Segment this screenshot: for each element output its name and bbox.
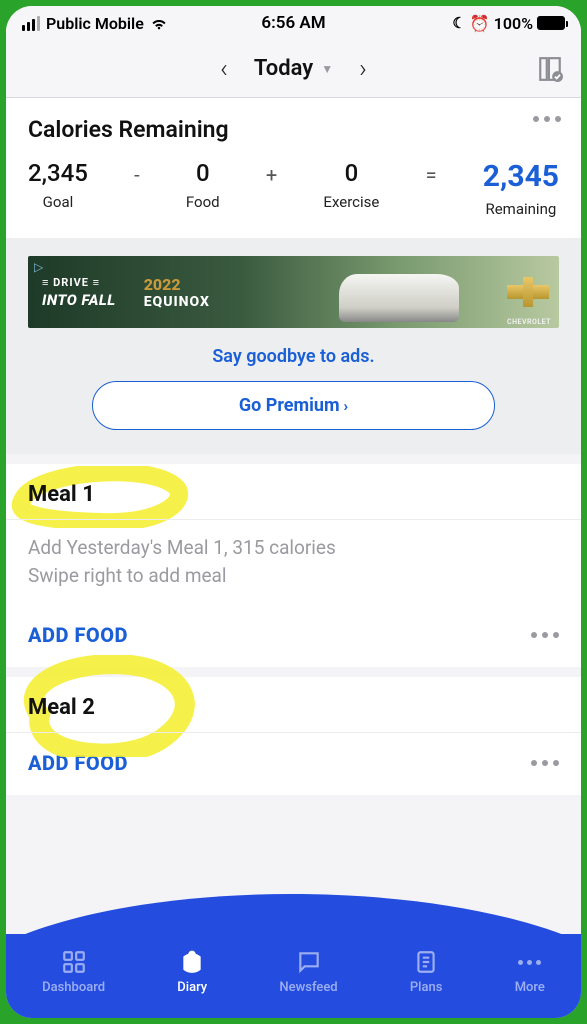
tab-newsfeed-label: Newsfeed <box>279 980 337 995</box>
tab-dashboard-label: Dashboard <box>42 980 105 995</box>
ad-headline-2: INTO FALL <box>42 291 116 309</box>
meal-1-header[interactable]: Meal 1 <box>6 464 581 520</box>
equals-op: = <box>426 159 437 187</box>
meal-1-section: Meal 1 Add Yesterday's Meal 1, 315 calor… <box>6 464 581 667</box>
meal-1-swipe-hint[interactable]: Add Yesterday's Meal 1, 315 calories Swi… <box>6 520 581 605</box>
app-screen: Public Mobile 6:56 AM ☾ ⏰ 100% ‹ Today ▼… <box>6 6 581 1018</box>
tab-plans[interactable]: Plans <box>410 949 443 995</box>
meal-2-add-food-button[interactable]: ADD FOOD <box>28 751 128 775</box>
remaining-value: 2,345 <box>483 159 559 194</box>
food-col: 0 Food <box>186 159 220 211</box>
alarm-icon: ⏰ <box>470 14 490 33</box>
wifi-icon <box>150 16 168 30</box>
chevron-right-icon: › <box>344 397 349 415</box>
ad-brand: CHEVROLET <box>507 318 551 326</box>
ad-model: EQUINOX <box>144 294 210 310</box>
tab-more-label: More <box>515 980 545 995</box>
meal-1-hint-line2: Swipe right to add meal <box>28 562 559 590</box>
food-value: 0 <box>196 159 210 187</box>
battery-percent: 100% <box>494 14 533 33</box>
plans-icon <box>412 949 440 975</box>
remaining-label: Remaining <box>485 200 556 218</box>
prev-day-button[interactable]: ‹ <box>214 48 234 90</box>
goal-col: 2,345 Goal <box>28 159 88 211</box>
tab-dashboard[interactable]: Dashboard <box>42 949 105 995</box>
more-icon <box>516 949 544 975</box>
ad-car-image <box>339 274 459 322</box>
battery-icon <box>537 16 565 30</box>
meal-1-hint-line1: Add Yesterday's Meal 1, 315 calories <box>28 534 559 562</box>
newsfeed-icon <box>295 949 323 975</box>
bottom-tab-bar: Dashboard Diary Newsfeed Plans More <box>6 934 581 1018</box>
ad-banner[interactable]: ▷ ≡ DRIVE ≡ INTO FALL 2022 EQUINOX CHEVR… <box>28 256 559 328</box>
meal-1-more-button[interactable] <box>531 632 559 638</box>
chevron-down-icon: ▼ <box>321 62 333 76</box>
minus-op: - <box>134 159 140 187</box>
tab-diary-label: Diary <box>177 980 207 995</box>
calories-card: Calories Remaining 2,345 Goal - 0 Food +… <box>6 98 581 238</box>
tab-more[interactable]: More <box>515 949 545 995</box>
carrier-label: Public Mobile <box>46 14 144 33</box>
tab-diary[interactable]: Diary <box>177 949 207 995</box>
date-nav-bar: ‹ Today ▼ › <box>6 40 581 98</box>
chevrolet-logo-icon <box>507 277 549 307</box>
status-bar: Public Mobile 6:56 AM ☾ ⏰ 100% <box>6 6 581 40</box>
dashboard-icon <box>60 949 88 975</box>
diary-settings-icon[interactable] <box>537 56 563 82</box>
plus-op: + <box>266 159 277 187</box>
tab-newsfeed[interactable]: Newsfeed <box>279 949 337 995</box>
date-title: Today <box>254 56 313 81</box>
food-label: Food <box>186 193 220 211</box>
dnd-moon-icon: ☾ <box>452 14 465 32</box>
phone-frame: Public Mobile 6:56 AM ☾ ⏰ 100% ‹ Today ▼… <box>6 6 581 1018</box>
signal-bars-icon <box>22 16 40 31</box>
ads-upsell-text: Say goodbye to ads. <box>28 346 559 367</box>
go-premium-label: Go Premium <box>239 395 340 416</box>
exercise-label: Exercise <box>323 193 379 211</box>
remaining-col: 2,345 Remaining <box>483 159 559 218</box>
calories-more-button[interactable] <box>533 116 561 122</box>
goal-value: 2,345 <box>28 159 88 187</box>
tab-plans-label: Plans <box>410 980 443 995</box>
clock: 6:56 AM <box>261 13 325 33</box>
go-premium-button[interactable]: Go Premium› <box>92 381 496 430</box>
next-day-button[interactable]: › <box>353 48 373 90</box>
ad-section: ▷ ≡ DRIVE ≡ INTO FALL 2022 EQUINOX CHEVR… <box>6 238 581 454</box>
diary-icon <box>178 949 206 975</box>
status-right: ☾ ⏰ 100% <box>452 14 565 33</box>
ad-year: 2022 <box>144 275 210 294</box>
date-picker-button[interactable]: Today ▼ <box>254 56 333 81</box>
calories-equation: 2,345 Goal - 0 Food + 0 Exercise = 2,345… <box>28 159 559 218</box>
meal-2-section: Meal 2 ADD FOOD <box>6 677 581 795</box>
ad-headline-1: ≡ DRIVE ≡ <box>42 276 116 289</box>
exercise-value: 0 <box>345 159 359 187</box>
goal-label: Goal <box>43 193 74 211</box>
status-left: Public Mobile <box>22 14 168 33</box>
ad-info-icon: ▷ <box>34 260 43 274</box>
meal-2-more-button[interactable] <box>531 760 559 766</box>
meal-1-add-food-button[interactable]: ADD FOOD <box>28 623 128 647</box>
calories-title: Calories Remaining <box>28 116 559 143</box>
exercise-col: 0 Exercise <box>323 159 379 211</box>
meal-2-header[interactable]: Meal 2 <box>6 677 581 733</box>
